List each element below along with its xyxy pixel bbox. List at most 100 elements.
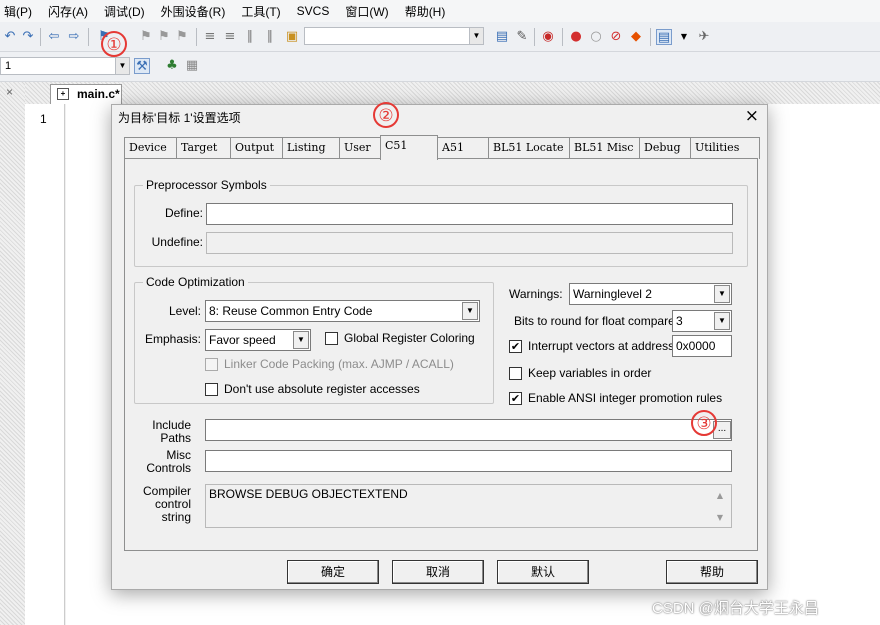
ansi-promotion-checkbox[interactable]: ✔ bbox=[509, 392, 522, 405]
comment-icon[interactable]: ∥ bbox=[242, 29, 258, 45]
breakpoint-icon[interactable]: ● bbox=[568, 29, 584, 45]
tab-bl51-locate[interactable]: BL51 Locate bbox=[488, 137, 570, 159]
tab-listing[interactable]: Listing bbox=[282, 137, 340, 159]
menu-flash[interactable]: 闪存(A) bbox=[48, 3, 88, 20]
help-button[interactable]: 帮助 bbox=[666, 560, 758, 584]
include-paths-label: Include Paths bbox=[127, 419, 191, 445]
window-layout-icon[interactable]: ▤ bbox=[656, 29, 672, 45]
callout-3: ③ bbox=[691, 410, 717, 436]
tab-user[interactable]: User bbox=[339, 137, 381, 159]
indent-icon[interactable]: ≡ bbox=[202, 29, 218, 45]
linker-code-packing-label: Linker Code Packing (max. AJMP / ACALL) bbox=[224, 357, 454, 371]
linker-code-packing-checkbox[interactable] bbox=[205, 358, 218, 371]
editor-tab-strip bbox=[25, 82, 880, 104]
define-input[interactable] bbox=[206, 203, 733, 225]
menu-help[interactable]: 帮助(H) bbox=[405, 3, 446, 20]
tab-utilities[interactable]: Utilities bbox=[690, 137, 760, 159]
bits-round-select[interactable]: 3 ▼ bbox=[672, 310, 732, 332]
scroll-down-icon[interactable]: ▼ bbox=[717, 513, 723, 522]
chevron-down-icon[interactable]: ▼ bbox=[115, 58, 129, 74]
kill-breakpoints-icon[interactable]: ◆ bbox=[628, 29, 644, 45]
next-bookmark-icon[interactable]: ⚑ bbox=[156, 29, 172, 45]
chevron-down-icon[interactable]: ▼ bbox=[462, 302, 478, 320]
misc-controls-input[interactable] bbox=[205, 450, 732, 472]
close-icon[interactable]: × bbox=[745, 106, 759, 126]
no-absolute-register-checkbox[interactable] bbox=[205, 383, 218, 396]
level-select[interactable]: 8: Reuse Common Entry Code ▼ bbox=[205, 300, 480, 322]
tab-label: main.c* bbox=[77, 87, 120, 101]
nav-forward-icon[interactable]: ⇨ bbox=[66, 29, 82, 45]
global-register-coloring-checkbox[interactable] bbox=[325, 332, 338, 345]
callout-2: ② bbox=[373, 102, 399, 128]
tab-output[interactable]: Output bbox=[230, 137, 283, 159]
nav-back-icon[interactable]: ⇦ bbox=[46, 29, 62, 45]
target-select-value: 1 bbox=[5, 60, 12, 72]
debug-session-icon[interactable]: ◉ bbox=[540, 29, 556, 45]
compiler-string-label-line2: control bbox=[154, 497, 191, 511]
find-combo[interactable]: ▼ bbox=[304, 27, 484, 45]
tab-main-c[interactable]: + main.c* bbox=[50, 84, 122, 104]
interrupt-vectors-input[interactable]: 0x0000 bbox=[672, 335, 732, 357]
tab-device[interactable]: Device bbox=[124, 137, 177, 159]
configure-icon[interactable]: ✈ bbox=[696, 29, 712, 45]
options-dialog: 为目标'目标 1'设置选项 × Device Target Output Lis… bbox=[111, 104, 768, 590]
keep-variables-checkbox[interactable] bbox=[509, 367, 522, 380]
include-paths-input[interactable] bbox=[205, 419, 732, 441]
find-icon[interactable]: ▤ bbox=[494, 29, 510, 45]
chevron-down-icon[interactable]: ▼ bbox=[714, 312, 730, 330]
redo-icon[interactable]: ↷ bbox=[20, 29, 36, 45]
clear-bookmarks-icon[interactable]: ⚑ bbox=[174, 29, 190, 45]
interrupt-vectors-checkbox[interactable]: ✔ bbox=[509, 340, 522, 353]
toolbar-build bbox=[0, 52, 880, 82]
prev-bookmark-icon[interactable]: ⚑ bbox=[138, 29, 154, 45]
no-absolute-register-label: Don't use absolute register accesses bbox=[224, 382, 420, 396]
misc-controls-label-line2: Controls bbox=[146, 461, 191, 475]
chevron-down-icon[interactable]: ▼ bbox=[676, 29, 692, 45]
target-options-icon[interactable]: ⚒ bbox=[134, 58, 150, 74]
menu-peripherals[interactable]: 外围设备(R) bbox=[161, 3, 226, 20]
chevron-down-icon[interactable]: ▼ bbox=[469, 28, 483, 44]
code-optimization-group: Code Optimization Level: 8: Reuse Common… bbox=[134, 275, 494, 404]
find-in-files-icon[interactable]: ▣ bbox=[284, 29, 300, 45]
target-select[interactable]: 1 ▼ bbox=[0, 57, 130, 75]
tab-debug[interactable]: Debug bbox=[639, 137, 691, 159]
chevron-down-icon[interactable]: ▼ bbox=[293, 331, 309, 349]
level-label: Level: bbox=[168, 304, 201, 318]
menu-tools[interactable]: 工具(T) bbox=[241, 3, 280, 20]
disable-breakpoint-icon[interactable]: ○ bbox=[588, 29, 604, 45]
tab-target[interactable]: Target bbox=[176, 137, 231, 159]
unindent-icon[interactable]: ≡ bbox=[222, 29, 238, 45]
toolbar-separator bbox=[196, 28, 197, 46]
define-label: Define: bbox=[164, 206, 203, 220]
manage-packs-icon[interactable]: ▦ bbox=[184, 58, 200, 74]
incremental-find-icon[interactable]: ✎ bbox=[514, 29, 530, 45]
menu-svcs[interactable]: SVCS bbox=[297, 4, 330, 18]
level-select-value: 8: Reuse Common Entry Code bbox=[209, 304, 373, 318]
cancel-button[interactable]: 取消 bbox=[392, 560, 484, 584]
compiler-string-label: Compiler control string bbox=[127, 485, 191, 524]
keep-variables-label: Keep variables in order bbox=[528, 366, 652, 380]
warnings-select-value: Warninglevel 2 bbox=[573, 287, 652, 301]
toolbar-separator bbox=[40, 28, 41, 46]
manage-components-icon[interactable]: ♣ bbox=[164, 58, 180, 74]
tab-c51[interactable]: C51 bbox=[380, 135, 438, 160]
uncomment-icon[interactable]: ∥ bbox=[262, 29, 278, 45]
disable-all-breakpoints-icon[interactable]: ⊘ bbox=[608, 29, 624, 45]
menu-debug[interactable]: 调试(D) bbox=[104, 3, 145, 20]
menu-edit[interactable]: 辑(P) bbox=[4, 3, 32, 20]
tab-bl51-misc[interactable]: BL51 Misc bbox=[569, 137, 640, 159]
close-icon[interactable]: × bbox=[6, 85, 13, 99]
compiler-string-label-line3: string bbox=[161, 510, 191, 524]
scroll-up-icon[interactable]: ▲ bbox=[717, 491, 723, 500]
emphasis-select[interactable]: Favor speed ▼ bbox=[205, 329, 311, 351]
callout-1: ① bbox=[101, 31, 127, 57]
chevron-down-icon[interactable]: ▼ bbox=[714, 285, 730, 303]
undefine-input[interactable] bbox=[206, 232, 733, 254]
tab-a51[interactable]: A51 bbox=[437, 137, 489, 159]
ok-button[interactable]: 确定 bbox=[287, 560, 379, 584]
undo-icon[interactable]: ↶ bbox=[2, 29, 18, 45]
defaults-button[interactable]: 默认 bbox=[497, 560, 589, 584]
menu-window[interactable]: 窗口(W) bbox=[345, 3, 388, 20]
warnings-select[interactable]: Warninglevel 2 ▼ bbox=[569, 283, 732, 305]
line-number: 1 bbox=[40, 112, 47, 126]
